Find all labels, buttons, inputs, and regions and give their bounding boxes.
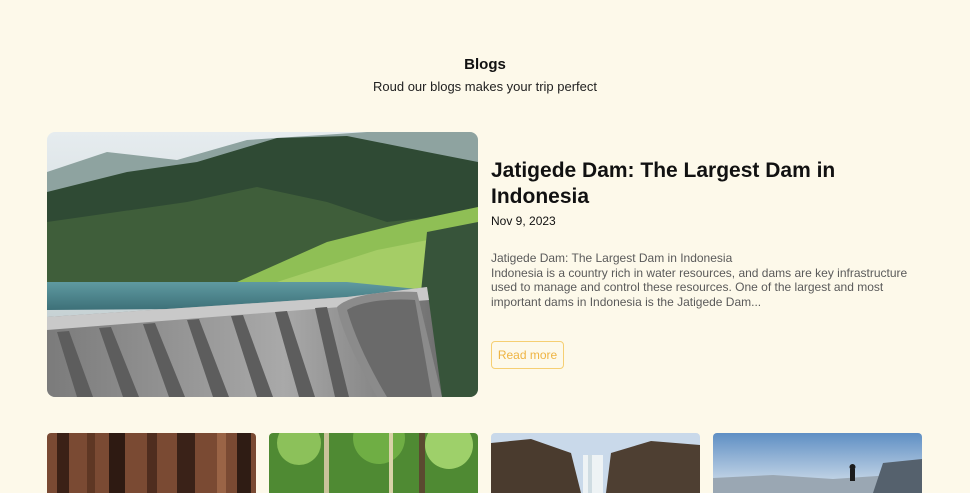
excerpt-heading: Jatigede Dam: The Largest Dam in Indones… (491, 251, 733, 265)
mountain-hiker-image (713, 433, 922, 493)
read-more-button[interactable]: Read more (491, 341, 564, 369)
blog-card-waterfall[interactable] (491, 433, 700, 493)
dam-landscape-image (47, 132, 478, 397)
post-date: Nov 9, 2023 (491, 214, 556, 228)
featured-post-body: Jatigede Dam: The Largest Dam in Indones… (491, 158, 921, 309)
post-title[interactable]: Jatigede Dam: The Largest Dam in Indones… (491, 158, 921, 210)
section-title: Blogs (464, 56, 506, 73)
blogs-section-header: Blogs Roud our blogs makes your trip per… (0, 56, 970, 95)
blog-card-jungle[interactable] (269, 433, 478, 493)
blog-card-list (47, 433, 923, 493)
section-subtitle: Roud our blogs makes your trip perfect (373, 79, 597, 94)
excerpt-body: Indonesia is a country rich in water res… (491, 265, 908, 309)
forest-trees-image (47, 433, 256, 493)
post-excerpt: Jatigede Dam: The Largest Dam in Indones… (491, 251, 921, 309)
blog-card-hiker[interactable] (713, 433, 922, 493)
green-jungle-image (269, 433, 478, 493)
featured-post-image[interactable] (47, 132, 478, 397)
blog-card-forest[interactable] (47, 433, 256, 493)
waterfall-cliffs-image (491, 433, 700, 493)
